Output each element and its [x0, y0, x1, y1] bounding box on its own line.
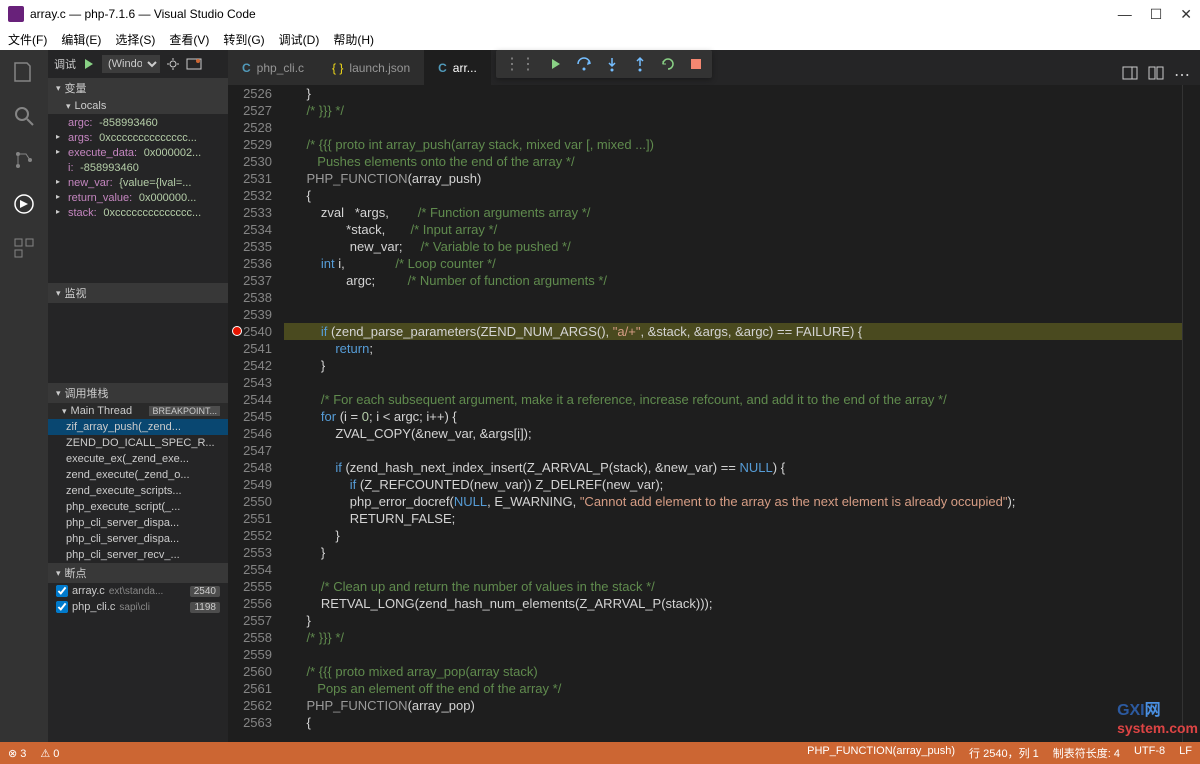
variable-item[interactable]: argc: -858993460	[48, 116, 228, 131]
status-eol[interactable]: LF	[1179, 745, 1192, 761]
stack-frame[interactable]: zif_array_push(_zend...	[48, 419, 228, 435]
stack-frame[interactable]: execute_ex(_zend_exe...	[48, 451, 228, 467]
debug-label: 调试	[54, 56, 76, 72]
gear-icon[interactable]	[166, 57, 180, 71]
status-function[interactable]: PHP_FUNCTION(array_push)	[807, 745, 955, 761]
status-encoding[interactable]: UTF-8	[1134, 745, 1165, 761]
minimap[interactable]	[1182, 85, 1200, 742]
extensions-icon[interactable]	[12, 236, 36, 260]
minimize-button[interactable]: —	[1118, 6, 1132, 23]
variable-item[interactable]: execute_data: 0x000002...	[48, 146, 228, 161]
stack-frame[interactable]: zend_execute_scripts...	[48, 483, 228, 499]
gutter: 2526252725282529253025312532253325342535…	[228, 85, 284, 742]
console-icon[interactable]	[186, 58, 202, 70]
maximize-button[interactable]: ☐	[1150, 6, 1163, 23]
stack-frame[interactable]: php_cli_server_dispa...	[48, 531, 228, 547]
breakpoint-item[interactable]: array.c ext\standa...2540	[48, 583, 228, 599]
status-position[interactable]: 行 2540，列 1	[969, 745, 1039, 761]
close-button[interactable]: ✕	[1180, 6, 1192, 23]
restart-icon[interactable]	[660, 56, 676, 72]
debug-config-select[interactable]: (Windows)	[102, 55, 160, 73]
menu-item[interactable]: 文件(F)	[8, 31, 47, 48]
window-title: array.c — php-7.1.6 — Visual Studio Code	[30, 7, 256, 21]
git-icon[interactable]	[12, 148, 36, 172]
breakpoints-list: array.c ext\standa...2540 php_cli.c sapi…	[48, 583, 228, 615]
stack-frame[interactable]: ZEND_DO_ICALL_SPEC_R...	[48, 435, 228, 451]
watermark: GXI网 system.com	[1117, 696, 1198, 738]
explorer-icon[interactable]	[12, 60, 36, 84]
drag-handle-icon[interactable]: ⋮⋮	[504, 54, 536, 74]
variables-section[interactable]: 变量	[48, 78, 228, 98]
main-thread[interactable]: Main Thread BREAKPOINT...	[48, 403, 228, 419]
search-icon[interactable]	[12, 104, 36, 128]
stop-icon[interactable]	[688, 56, 704, 72]
play-icon[interactable]	[82, 57, 96, 71]
menu-item[interactable]: 调试(D)	[279, 31, 320, 48]
step-over-icon[interactable]	[576, 56, 592, 72]
breakpoint-checkbox[interactable]	[56, 585, 68, 597]
locals-section[interactable]: Locals	[48, 98, 228, 114]
status-indentation[interactable]: 制表符长度: 4	[1053, 745, 1120, 761]
code-editor[interactable]: 2526252725282529253025312532253325342535…	[228, 85, 1200, 742]
menu-item[interactable]: 转到(G)	[223, 31, 264, 48]
variable-item[interactable]: args: 0xcccccccccccccc...	[48, 131, 228, 146]
code-content[interactable]: } /* }}} */ /* {{{ proto int array_push(…	[284, 85, 1182, 742]
step-into-icon[interactable]	[604, 56, 620, 72]
stack-frame[interactable]: php_cli_server_recv_...	[48, 547, 228, 563]
menu-item[interactable]: 帮助(H)	[333, 31, 374, 48]
editor-tab[interactable]: C php_cli.c	[228, 50, 318, 85]
step-out-icon[interactable]	[632, 56, 648, 72]
stack-frame[interactable]: zend_execute(_zend_o...	[48, 467, 228, 483]
breakpoint-tag: BREAKPOINT...	[149, 406, 220, 416]
menu-item[interactable]: 查看(V)	[169, 31, 209, 48]
layout-icon[interactable]	[1148, 65, 1164, 81]
debug-controls: ⋮⋮	[496, 50, 712, 78]
activity-bar	[0, 50, 48, 742]
menu-item[interactable]: 编辑(E)	[61, 31, 101, 48]
status-errors[interactable]: ⊗ 3	[8, 747, 26, 760]
editor-tab[interactable]: C arr...	[424, 50, 491, 85]
debug-toolbar: 调试 (Windows)	[48, 50, 228, 78]
callstack-section[interactable]: 调用堆栈	[48, 383, 228, 403]
debug-sidebar: 调试 (Windows) 变量 Locals argc: -858993460a…	[48, 50, 228, 742]
vscode-icon	[8, 6, 24, 22]
breakpoint-checkbox[interactable]	[56, 601, 68, 613]
locals-list: argc: -858993460args: 0xcccccccccccccc..…	[48, 114, 228, 223]
more-icon[interactable]: ⋯	[1174, 65, 1190, 85]
tabs: C php_cli.c{ } launch.jsonC arr... ⋮⋮ ⋯	[228, 50, 1200, 85]
menu-item[interactable]: 选择(S)	[115, 31, 155, 48]
breakpoints-section[interactable]: 断点	[48, 563, 228, 583]
status-warnings[interactable]: ⚠ 0	[40, 747, 59, 760]
variable-item[interactable]: return_value: 0x000000...	[48, 191, 228, 206]
callstack-list: zif_array_push(_zend...ZEND_DO_ICALL_SPE…	[48, 419, 228, 563]
variable-item[interactable]: stack: 0xcccccccccccccc...	[48, 206, 228, 221]
continue-icon[interactable]	[548, 56, 564, 72]
titlebar: array.c — php-7.1.6 — Visual Studio Code…	[0, 0, 1200, 28]
menubar: 文件(F) 编辑(E) 选择(S) 查看(V) 转到(G) 调试(D) 帮助(H)	[0, 28, 1200, 50]
variable-item[interactable]: new_var: {value={lval=...	[48, 176, 228, 191]
stack-frame[interactable]: php_execute_script(_...	[48, 499, 228, 515]
breakpoint-item[interactable]: php_cli.c sapi\cli1198	[48, 599, 228, 615]
watch-section[interactable]: 监视	[48, 283, 228, 303]
split-editor-icon[interactable]	[1122, 65, 1138, 81]
statusbar: ⊗ 3 ⚠ 0 PHP_FUNCTION(array_push) 行 2540，…	[0, 742, 1200, 764]
editor-tab[interactable]: { } launch.json	[318, 50, 424, 85]
stack-frame[interactable]: php_cli_server_dispa...	[48, 515, 228, 531]
variable-item[interactable]: i: -858993460	[48, 161, 228, 176]
debug-icon[interactable]	[12, 192, 36, 216]
editor-area: C php_cli.c{ } launch.jsonC arr... ⋮⋮ ⋯ …	[228, 50, 1200, 742]
